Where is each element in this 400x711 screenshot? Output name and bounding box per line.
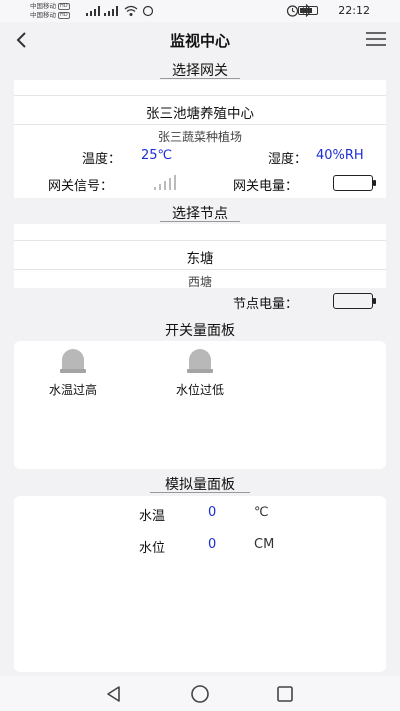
water-temp-name: 水温 (139, 509, 166, 524)
carrier-label-2: 中国移动 HD (30, 11, 70, 19)
temperature-label: 温度： (82, 152, 122, 167)
analog-panel (14, 496, 386, 672)
wifi-icon (124, 5, 138, 16)
water-temp-unit: ℃ (254, 505, 269, 520)
alarm-light-icon (187, 349, 213, 373)
nav-back-icon[interactable] (105, 685, 123, 703)
water-level-low-label: 水位过低 (175, 383, 224, 397)
water-temp-value: 0 (208, 505, 217, 520)
gateway-signal-icon (154, 174, 178, 190)
cell-signal-icon (86, 6, 100, 16)
system-nav-bar (0, 676, 400, 711)
sync-icon (142, 5, 154, 17)
gateway-section-title: 选择网关 (172, 63, 228, 79)
node-picker-top-line (14, 240, 386, 241)
analog-title-underline (150, 492, 250, 493)
page-title: 监视中心 (169, 32, 230, 50)
water-level-unit: CM (254, 537, 275, 552)
switch-panel-title: 开关量面板 (165, 323, 235, 339)
analog-panel-title: 模拟量面板 (165, 477, 235, 493)
water-level-value: 0 (208, 537, 217, 552)
node-option-selected[interactable]: 东塘 (0, 247, 400, 267)
node-battery-label: 节点电量： (233, 297, 299, 312)
temperature-value: 25℃ (141, 148, 173, 163)
gateway-battery-icon (333, 175, 376, 191)
gateway-option-selected[interactable]: 张三池塘养殖中心 (0, 102, 400, 122)
water-level-name: 水位 (139, 541, 166, 556)
water-temp-high-label: 水温过高 (48, 383, 97, 397)
gateway-battery-label: 网关电量： (233, 179, 299, 194)
humidity-label: 湿度： (268, 152, 308, 167)
node-section-title: 选择节点 (172, 206, 228, 222)
node-picker-bottom-line (14, 269, 386, 270)
node-title-underline (160, 221, 240, 222)
nav-recents-icon[interactable] (276, 685, 294, 703)
menu-icon[interactable] (366, 32, 386, 48)
status-time: 22:12 (338, 4, 370, 17)
gateway-picker-top-line (14, 95, 386, 96)
cell-signal-2-icon (104, 6, 118, 16)
phone-battery-icon (298, 6, 318, 15)
gateway-signal-label: 网关信号： (48, 179, 114, 194)
gateway-title-underline (160, 78, 240, 79)
node-option-next[interactable]: 西塘 (0, 273, 400, 290)
alarm-light-icon (60, 349, 86, 373)
status-bar: 中国移动 HD 中国移动 HD 22:12 (0, 0, 400, 22)
carrier-label-1: 中国移动 HD (30, 2, 70, 10)
nav-home-icon[interactable] (190, 684, 210, 704)
gateway-option-next[interactable]: 张三蔬菜种植场 (0, 128, 400, 145)
app-header: 监视中心 (0, 22, 400, 58)
node-battery-icon (333, 293, 376, 309)
humidity-value: 40%RH (316, 148, 364, 163)
gateway-picker-bottom-line (14, 124, 386, 125)
